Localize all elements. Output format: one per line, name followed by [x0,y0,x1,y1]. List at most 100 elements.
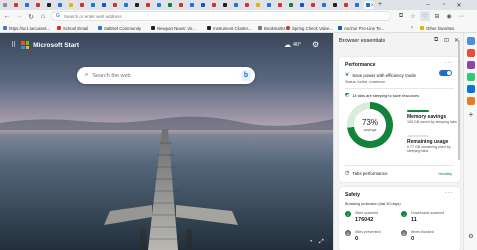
tab[interactable] [56,1,66,9]
tab[interactable] [265,1,275,9]
tab[interactable] [298,1,308,9]
address-input[interactable] [63,13,364,19]
pin-icon[interactable]: ⊡ [444,37,449,44]
refresh-icon[interactable]: ↻ [26,12,36,22]
tools-icon[interactable] [467,61,475,69]
open-in-tab-icon[interactable]: ⧉ [434,37,438,44]
tab[interactable] [89,1,99,9]
memory-bar [407,110,429,112]
tab[interactable] [232,1,242,9]
browser-essentials-icon[interactable]: ♡ [420,11,430,21]
blocked-item-icon: ⊘ [401,230,407,236]
sites-scanned-value: 176042 [355,217,374,223]
pane-header: Browser essentials ⧉ ⊡ ✕ [334,33,463,48]
tab[interactable] [331,1,341,9]
brand-title: Microsoft Start [33,41,80,49]
games-icon[interactable] [467,73,475,81]
tab[interactable] [111,1,121,9]
tab[interactable] [254,1,264,9]
favorites-star-icon[interactable]: ☆ [408,11,418,21]
favorites-overflow-icon[interactable]: › [411,23,413,33]
search-icon[interactable] [467,37,475,45]
tab[interactable] [78,1,88,9]
sites-scanned-stat: ✓ [345,211,354,217]
tab[interactable] [353,1,363,9]
tab[interactable] [100,1,110,9]
address-bar[interactable]: G [51,11,391,21]
tab[interactable] [144,1,154,9]
favorite-item[interactable]: Spring Check Valve... [286,23,333,33]
tab[interactable] [23,1,33,9]
tab[interactable] [122,1,132,9]
weather-widget[interactable]: ☁ 40° [284,41,301,49]
tab-active[interactable]: ✕ [364,1,374,9]
tab[interactable] [210,1,220,9]
tab[interactable] [34,1,44,9]
pane-scrollbar[interactable] [458,40,460,160]
favorite-item[interactable]: Instrument Cluster... [207,23,251,33]
minimize-icon[interactable]: – [421,0,435,10]
favorite-item[interactable]: Newport News: Vir... [151,23,196,33]
home-icon[interactable]: ⌂ [38,12,48,22]
sleeping-text: 14 tabs are sleeping to save resources [352,92,420,98]
back-arrow-icon[interactable]: ← [2,12,12,22]
settings-gear-icon[interactable]: ⚙ [312,40,319,49]
favorite-item[interactable]: School Email [57,23,88,33]
tab[interactable] [309,1,319,9]
efficiency-toggle[interactable] [439,70,452,76]
close-tab-icon[interactable]: ✕ [371,2,374,7]
add-sidebar-app-icon[interactable]: + [467,111,475,119]
tab[interactable] [276,1,286,9]
downloads-scanned-stat: ↓ [401,211,410,217]
tab[interactable] [287,1,297,9]
tab[interactable] [133,1,143,9]
tab[interactable] [243,1,253,9]
remaining-desc: 0.77 GB remaining used by sleeping tabs [407,145,451,154]
more-options-icon[interactable]: ··· [445,60,454,66]
other-favorites[interactable]: Other favorites [420,23,454,33]
close-window-icon[interactable]: ✕ [452,0,466,10]
sidebar-settings-icon[interactable]: ⚙ [467,233,475,241]
maximize-icon[interactable]: ▫ [437,0,451,10]
efficiency-label: Save power with efficiency mode [352,72,417,78]
background-image [0,33,333,250]
speedometer-icon: ◷ [345,170,350,176]
new-tab-button[interactable]: + [375,1,385,9]
tab[interactable] [67,1,77,9]
efficiency-mode-row: ❦ Save power with efficiency mode [345,72,416,78]
bing-icon[interactable]: b [241,70,251,81]
favorite-item[interactable]: Anchor Pro-Line Te... [338,23,384,33]
shopping-icon[interactable] [467,49,475,57]
fullscreen-icon[interactable]: ⤢ [319,239,324,246]
profile-avatar-icon[interactable]: ◉ [444,11,454,21]
tab[interactable] [177,1,187,9]
forward-arrow-icon[interactable]: → [14,12,24,22]
outlook-icon[interactable] [467,97,475,105]
customize-icon[interactable]: ◔ [309,239,313,245]
tab[interactable] [166,1,176,9]
search-input[interactable] [92,72,233,79]
sites-prevented-value: 0 [355,236,359,242]
tab[interactable] [221,1,231,9]
favorite-item[interactable]: SaltNet Community [98,23,141,33]
extension-icon[interactable]: ⧉ [396,11,406,21]
more-options-icon[interactable]: ··· [445,190,454,196]
collections-icon[interactable]: ⊞ [432,11,442,21]
more-options-icon[interactable]: ⋯ [456,11,466,21]
web-search-box[interactable]: ⌕ b [77,67,255,84]
office-icon[interactable] [467,85,475,93]
health-status: Healthy [438,171,452,176]
tab[interactable] [199,1,209,9]
tabs-performance-row[interactable]: ◷ Tabs performance [345,170,388,176]
app-launcher-grid-icon[interactable]: ⠿ [11,41,16,49]
tab[interactable] [342,1,352,9]
tab-actions-icon[interactable] [1,1,11,9]
tab[interactable] [320,1,330,9]
favorite-item[interactable]: https://sc1.securant... [3,23,50,33]
tab[interactable] [188,1,198,9]
tab[interactable] [12,1,22,9]
tab[interactable] [155,1,165,9]
favorite-item[interactable]: Bookmarks [258,23,286,33]
downloads-scanned-value: 11 [411,217,417,223]
tab[interactable] [45,1,55,9]
